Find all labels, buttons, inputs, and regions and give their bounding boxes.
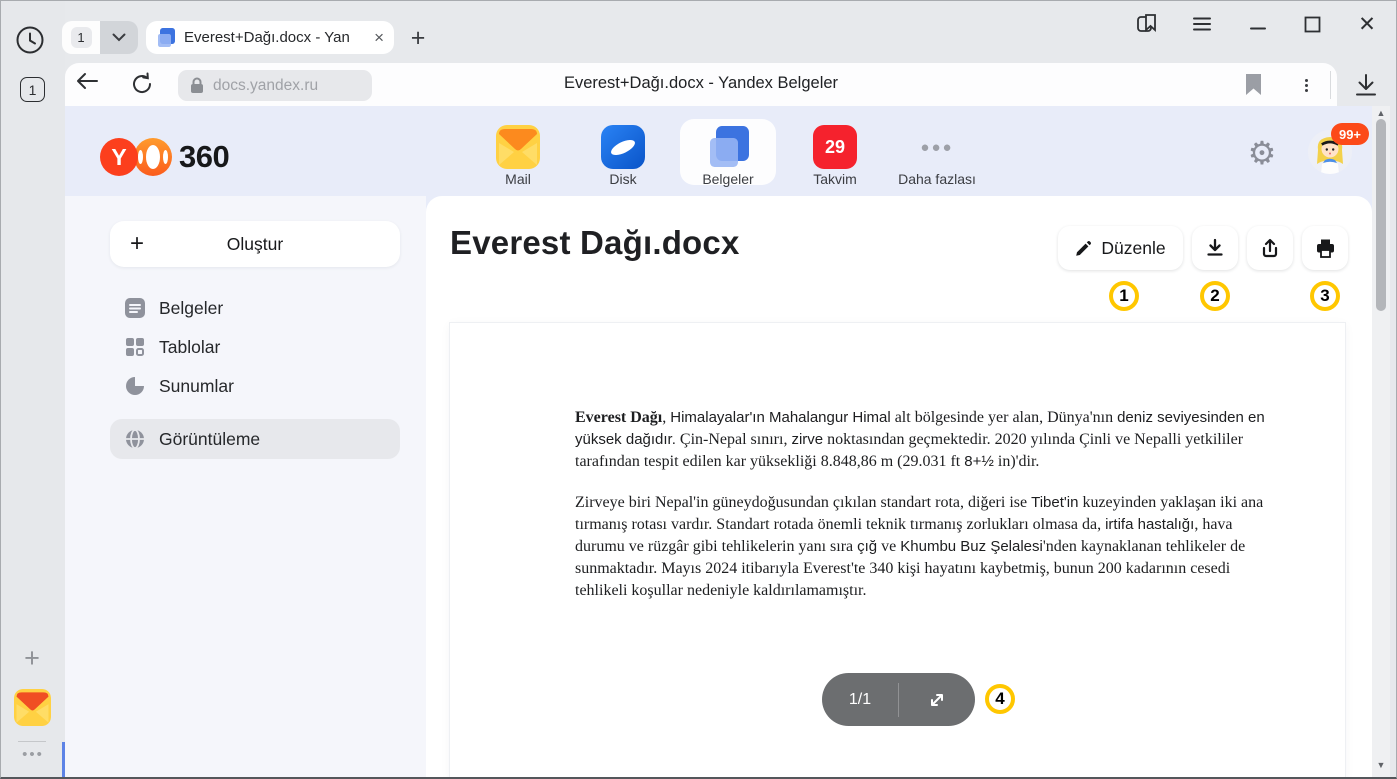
download-button[interactable] — [1192, 226, 1238, 270]
sidebar-item-tablolar[interactable]: Tablolar — [110, 327, 400, 367]
page-indicator: 1/1 — [822, 691, 898, 709]
globe-icon — [125, 429, 145, 449]
browser-side-strip: 1 + ••• — [0, 0, 65, 779]
pie-chart-icon — [125, 376, 145, 396]
yandex360-logo[interactable]: Y 360 — [100, 133, 229, 181]
sidebar-tab-counter[interactable]: 1 — [20, 77, 45, 102]
tab-group-chip[interactable]: 1 — [62, 21, 138, 54]
more-dots-icon: ●●● — [915, 125, 959, 169]
sidebar-item-belgeler[interactable]: Belgeler — [110, 288, 400, 328]
scroll-down-icon[interactable]: ▼ — [1372, 760, 1390, 770]
tab-close-icon[interactable]: × — [374, 29, 384, 46]
document-list-icon — [125, 298, 145, 318]
addr-divider — [1330, 71, 1331, 99]
callout-1: 1 — [1109, 281, 1139, 311]
nav-item-more[interactable]: ●●● Daha fazlası — [889, 119, 985, 185]
callout-3: 3 — [1310, 281, 1340, 311]
back-icon[interactable] — [75, 72, 101, 98]
share-icon — [1260, 238, 1280, 258]
calendar-icon: 29 — [813, 125, 857, 169]
create-button[interactable]: + Oluştur — [110, 221, 400, 267]
scroll-up-icon[interactable]: ▲ — [1372, 108, 1390, 118]
strip-more-icon[interactable]: ••• — [17, 746, 49, 763]
strip-divider — [18, 741, 46, 742]
bookmarks-panel-icon[interactable] — [1134, 11, 1160, 37]
disk-icon — [601, 125, 645, 169]
new-tab-button[interactable]: + — [404, 24, 432, 52]
bookmark-icon[interactable] — [1245, 73, 1263, 97]
callout-2: 2 — [1200, 281, 1230, 311]
nav-item-belgeler[interactable]: Belgeler — [680, 119, 776, 185]
page-title: Everest Dağı.docx — [450, 224, 740, 262]
sidebar-item-goruntuleme[interactable]: Görüntüleme — [110, 419, 400, 459]
chevron-down-icon — [112, 33, 126, 42]
scrollbar-thumb[interactable] — [1376, 119, 1386, 311]
mail-icon — [496, 125, 540, 169]
y360-o-icon — [134, 138, 172, 176]
settings-gear-icon[interactable]: ⚙ — [1245, 136, 1279, 170]
downloads-icon[interactable] — [1353, 72, 1381, 100]
active-tab[interactable]: Everest+Dağı.docx - Yan × — [146, 21, 394, 54]
domain-text: docs.yandex.ru — [213, 77, 318, 95]
mail-app-icon[interactable] — [14, 689, 51, 726]
window-close-button[interactable]: ✕ — [1354, 11, 1380, 37]
paragraph-1: Everest Dağı, Himalayalar'ın Mahalangur … — [575, 407, 1285, 473]
tab-title: Everest+Dağı.docx - Yan — [184, 29, 366, 46]
domain-chip[interactable]: docs.yandex.ru — [178, 70, 372, 101]
reload-icon[interactable] — [131, 72, 157, 98]
document-favicon — [156, 28, 176, 48]
minimize-button[interactable] — [1245, 11, 1271, 37]
print-button[interactable] — [1302, 226, 1348, 270]
pencil-icon — [1075, 240, 1092, 257]
maximize-button[interactable] — [1299, 11, 1325, 37]
table-grid-icon — [125, 337, 145, 357]
notification-badge: 99+ — [1331, 123, 1369, 145]
share-button[interactable] — [1247, 226, 1293, 270]
printer-icon — [1315, 238, 1336, 259]
history-icon[interactable] — [15, 25, 45, 55]
fullscreen-button[interactable] — [899, 691, 975, 709]
docs-sidebar — [65, 196, 426, 777]
yandex-logo-icon: Y — [100, 138, 138, 176]
menu-icon[interactable] — [1189, 11, 1215, 37]
tab-group-expand[interactable] — [100, 21, 138, 54]
page-indicator-pill[interactable]: 1/1 — [822, 673, 975, 726]
documents-icon — [706, 125, 750, 169]
sidebar-item-sunumlar[interactable]: Sunumlar — [110, 366, 400, 406]
web-page: Y 360 Mail Disk Belgeler 29 Takvim ●●● D… — [65, 106, 1372, 777]
lock-icon — [190, 77, 204, 94]
expand-icon — [928, 691, 946, 709]
nav-item-mail[interactable]: Mail — [470, 119, 566, 185]
logo-suffix: 360 — [179, 139, 229, 175]
download-icon — [1205, 238, 1225, 258]
nav-item-disk[interactable]: Disk — [575, 119, 671, 185]
browser-actions-icon[interactable] — [1297, 72, 1315, 98]
edit-button[interactable]: Düzenle — [1058, 226, 1183, 270]
page-scrollbar[interactable]: ▲ ▼ — [1372, 106, 1390, 777]
nav-item-takvim[interactable]: 29 Takvim — [787, 119, 883, 185]
tab-group-count[interactable]: 1 — [62, 21, 100, 54]
sidebar-add-icon[interactable]: + — [18, 644, 46, 672]
callout-4: 4 — [985, 684, 1015, 714]
paragraph-2: Zirveye biri Nepal'in güneydoğusundan çı… — [575, 492, 1285, 602]
